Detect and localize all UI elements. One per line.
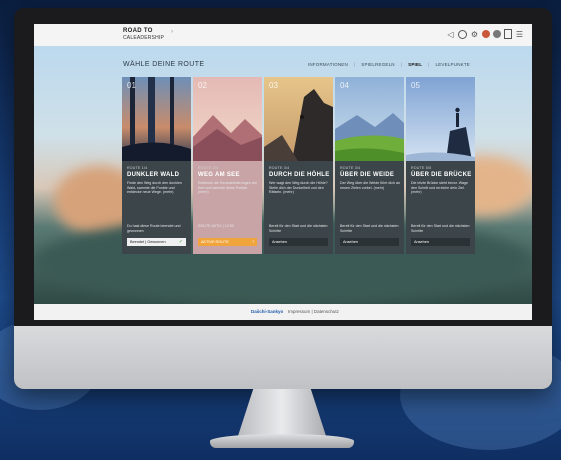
main-nav: INFORMATIONEN | SPIELREGELN | SPIEL | LE… <box>308 62 470 67</box>
route-meta: Bereit für den Start und die nächsten Sc… <box>411 224 470 233</box>
monitor-chin <box>14 326 552 389</box>
nav-item-informationen[interactable]: INFORMATIONEN <box>308 62 348 67</box>
route-kicker: ROUTE 3/4 <box>340 166 361 170</box>
route-kicker: ROUTE 1/4 <box>127 166 148 170</box>
route-number: 02 <box>198 81 207 90</box>
route-card-dunkler-wald[interactable]: 01 ROUTE 1/4 DUNKLER WALD Finde den Weg … <box>122 77 191 254</box>
route-meta: ROUTE AKTIV | 12:00 <box>198 224 234 228</box>
footer-links[interactable]: Impressum | Datenschutz <box>288 309 339 314</box>
top-icon-bar: ◁ ⚙ ☰ <box>446 29 524 39</box>
nav-item-spiel[interactable]: SPIEL <box>408 62 422 67</box>
screen: ROAD TO CALEADERSHIP › ◁ ⚙ ☰ WÄHLE DEINE… <box>34 24 532 320</box>
route-card-ueber-die-bruecke[interactable]: 05 ROUTE 5/5 ÜBER DIE BRÜCKE Die letzte … <box>406 77 475 254</box>
clock-icon[interactable] <box>458 29 467 39</box>
route-number: 05 <box>411 81 420 90</box>
badge-icon[interactable] <box>493 30 501 38</box>
nav-separator: | <box>428 62 430 67</box>
route-number: 03 <box>269 81 278 90</box>
nav-separator: | <box>353 62 356 67</box>
route-number: 01 <box>127 81 136 90</box>
route-title: ÜBER DIE BRÜCKE <box>411 172 472 178</box>
nav-item-levelpunkte[interactable]: LEVELPUNKTE <box>436 62 470 67</box>
menu-icon[interactable]: ☰ <box>515 30 524 39</box>
check-icon: ✓ <box>178 239 183 245</box>
route-title: DURCH DIE HÖHLE <box>269 172 330 178</box>
route-button-ansehen[interactable]: Ansehen <box>411 238 470 246</box>
route-description: Die letzte Brücke steht bevor. Wage den … <box>411 181 468 195</box>
route-card-weg-am-see[interactable]: 02 ROUTE 2/4 WEG AM SEE Entdecke die Her… <box>193 77 262 254</box>
route-title: DUNKLER WALD <box>127 172 180 178</box>
route-title: ÜBER DIE WEIDE <box>340 172 395 178</box>
nav-separator: | <box>400 62 403 67</box>
route-button-label: Beendet | Gewonnen <box>130 240 166 244</box>
route-button-ansehen[interactable]: Ansehen <box>340 238 399 246</box>
top-bar: ROAD TO CALEADERSHIP › ◁ ⚙ ☰ <box>34 24 532 46</box>
route-kicker: ROUTE 5/5 <box>411 166 432 170</box>
arrow-right-icon: › <box>252 239 254 245</box>
route-description: Finde den Weg durch den dunklen Wald, sa… <box>127 181 182 195</box>
monitor-base <box>210 434 354 448</box>
nav-item-spielregeln[interactable]: SPIELREGELN <box>361 62 394 67</box>
route-cards: 01 ROUTE 1/4 DUNKLER WALD Finde den Weg … <box>122 77 475 254</box>
route-card-ueber-die-weide[interactable]: 04 ROUTE 3/4 ÜBER DIE WEIDE Der Weg über… <box>335 77 404 254</box>
route-title: WEG AM SEE <box>198 172 240 178</box>
footer-brand[interactable]: Daiichi-Sankyo <box>251 309 283 314</box>
info-icon[interactable] <box>504 29 512 39</box>
route-kicker: ROUTE 2/4 <box>198 166 219 170</box>
gear-icon[interactable]: ⚙ <box>470 30 479 39</box>
route-description: Entdecke die Herausforderungen am See un… <box>198 181 257 195</box>
back-arrow-icon[interactable]: ◁ <box>446 30 455 39</box>
footer: Daiichi-Sankyo Impressum | Datenschutz <box>34 304 532 320</box>
route-button-beendet[interactable]: Beendet | Gewonnen ✓ <box>127 238 186 246</box>
logo-arrow-icon: › <box>171 29 173 35</box>
page-title: WÄHLE DEINE ROUTE <box>123 61 205 68</box>
avatar-icon[interactable] <box>482 30 490 38</box>
route-button-aktiv[interactable]: AKTIVE ROUTE › <box>198 238 257 246</box>
logo-line-1[interactable]: ROAD TO <box>123 28 153 34</box>
route-kicker: ROUTE 3/4 <box>269 166 290 170</box>
logo-line-2[interactable]: CALEADERSHIP <box>123 35 164 41</box>
route-description: Wer wagt den Weg durch die Höhle? Stelle… <box>269 181 328 195</box>
route-meta: Bereit für den Start und die nächsten Sc… <box>340 224 399 233</box>
route-card-durch-die-hoehle[interactable]: 03 ROUTE 3/4 DURCH DIE HÖHLE Wer wagt de… <box>264 77 333 254</box>
route-description: Der Weg über die Weide führt dich an neu… <box>340 181 400 190</box>
route-button-ansehen[interactable]: Ansehen <box>269 238 328 246</box>
route-meta: Du hast diese Route beendet und gewonnen <box>127 224 181 233</box>
route-button-label: AKTIVE ROUTE <box>201 240 229 244</box>
route-meta: Bereit für den Start und die nächsten Sc… <box>269 224 328 233</box>
route-number: 04 <box>340 81 349 90</box>
